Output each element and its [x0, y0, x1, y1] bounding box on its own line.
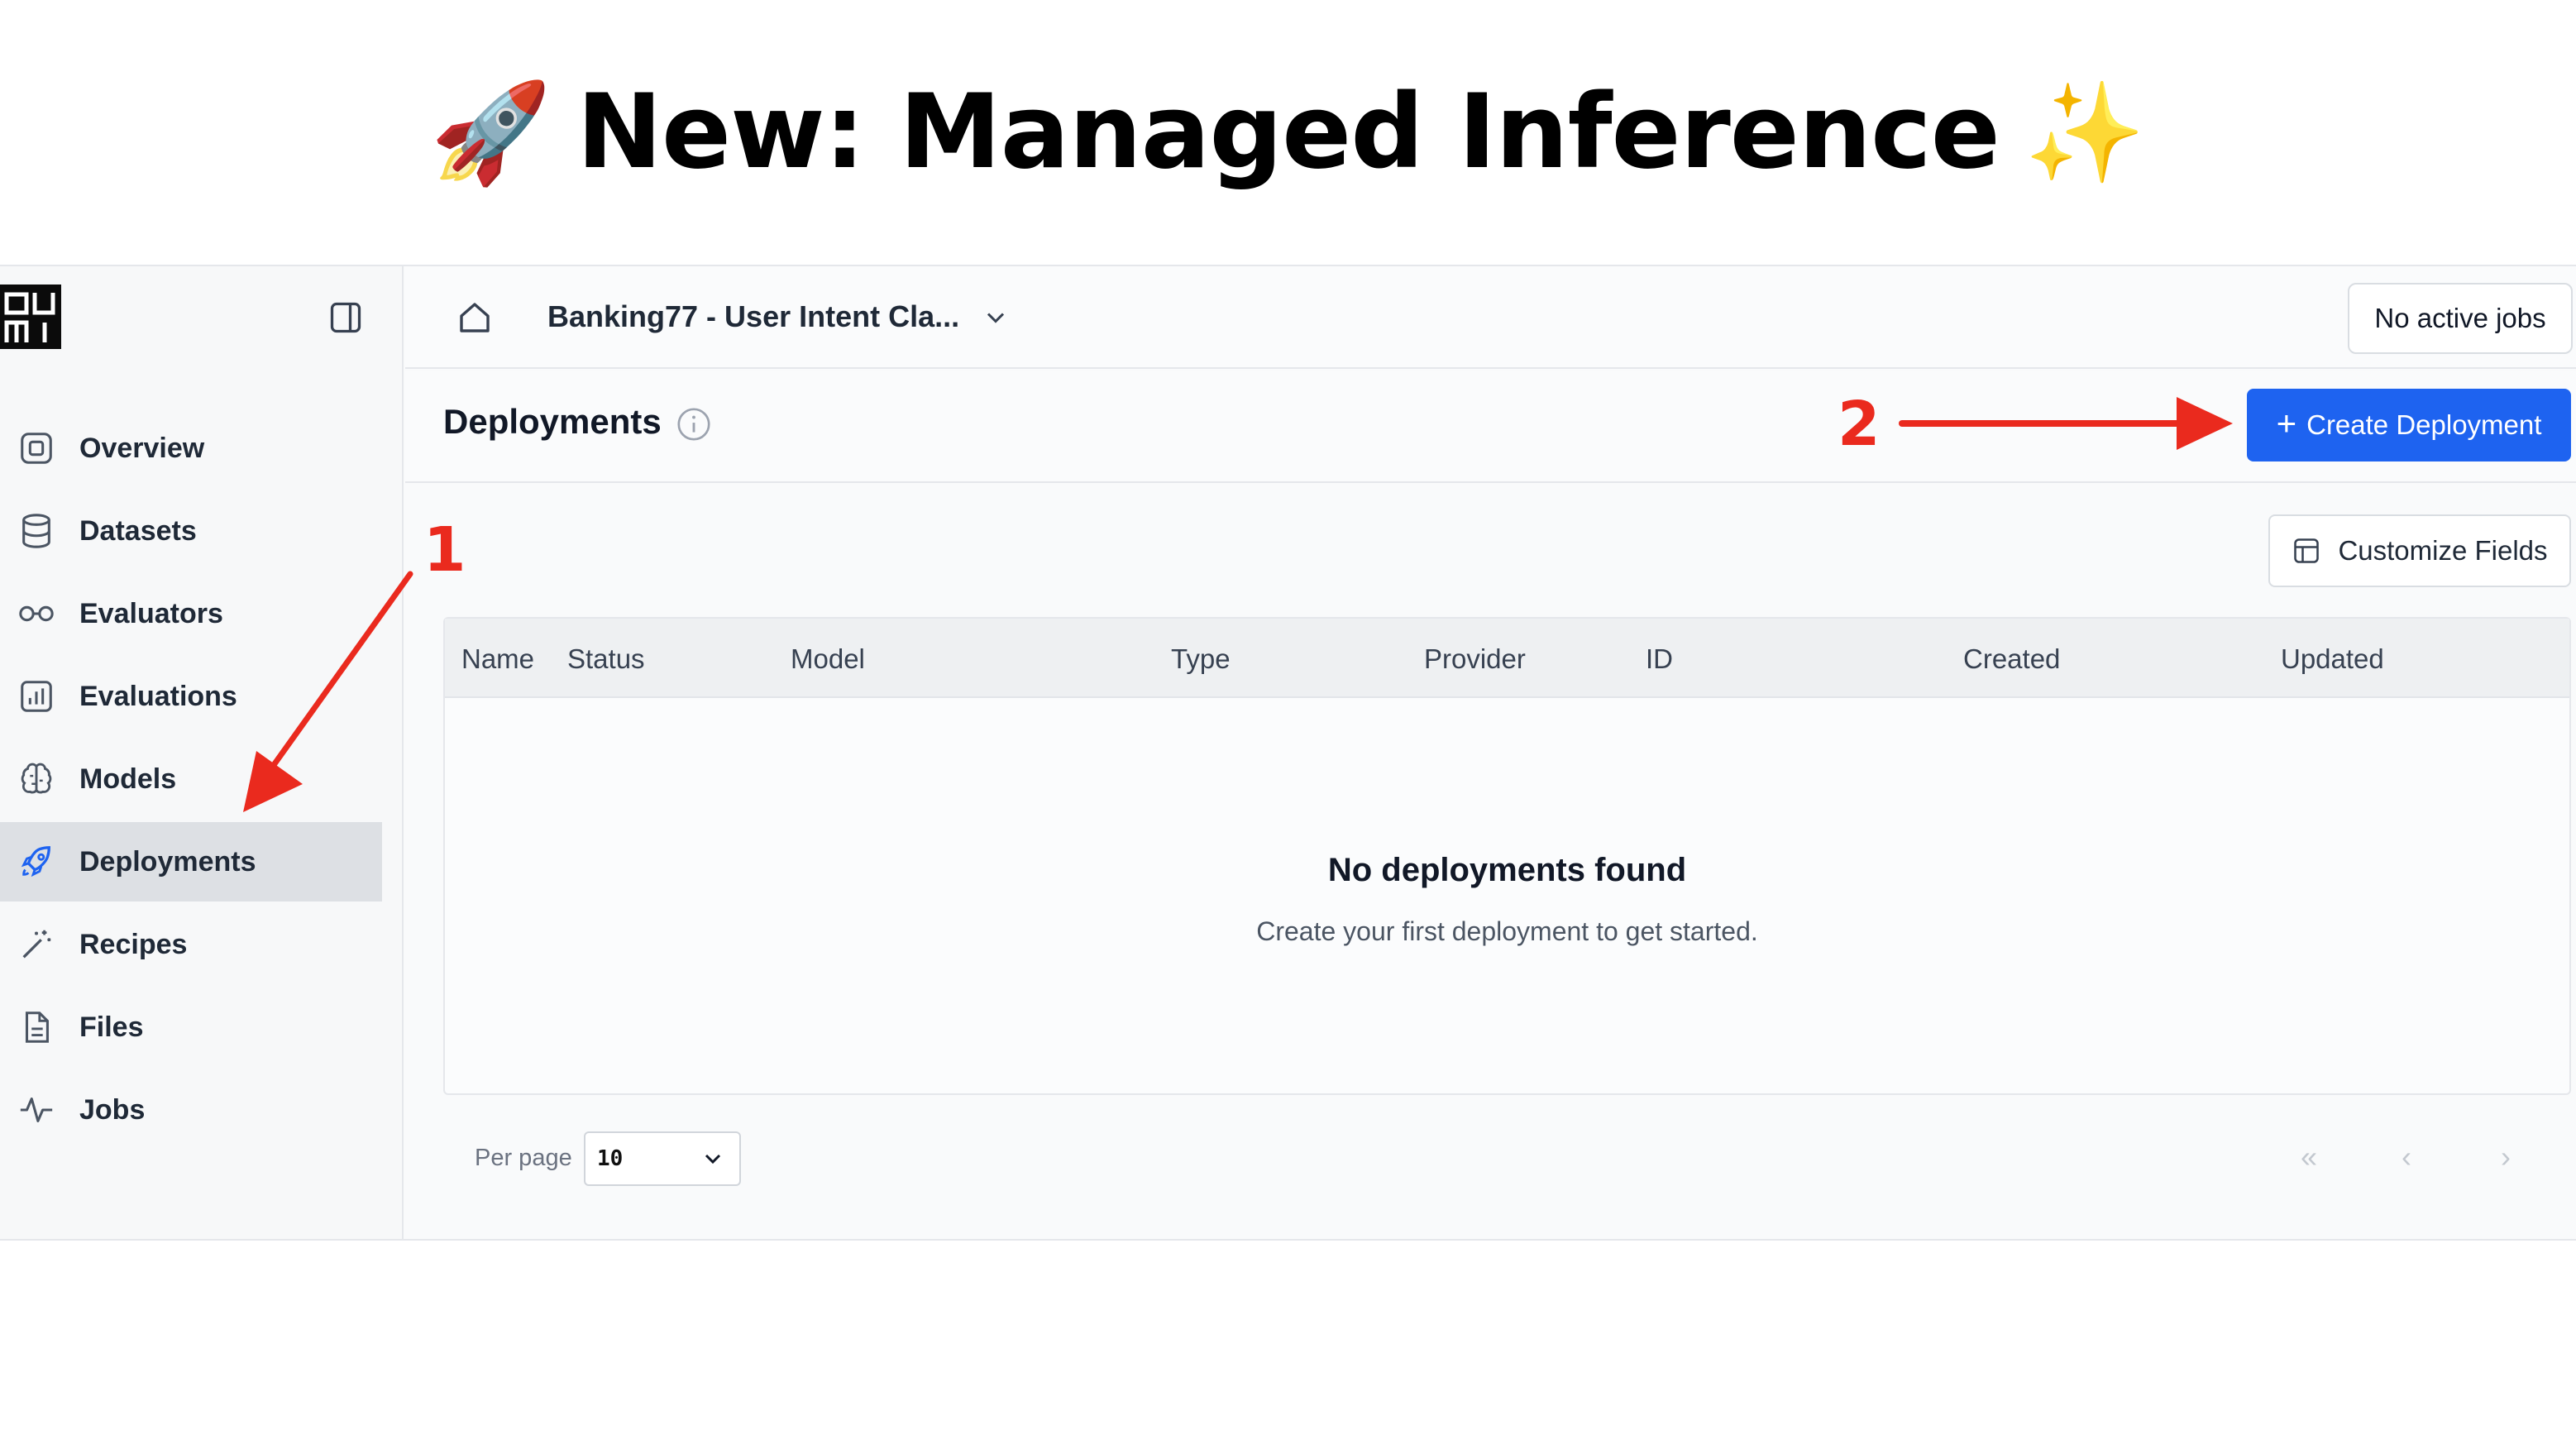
sidebar-item-label: Overview [79, 432, 205, 464]
sidebar-item-label: Evaluators [79, 597, 223, 629]
per-page-label: Per page [475, 1145, 572, 1171]
sidebar: Overview Datasets Evaluators Evaluations [0, 266, 404, 1239]
create-deployment-label: Create Deployment [2306, 409, 2542, 440]
sidebar-item-label: Recipes [79, 928, 188, 960]
annotation-label-1: 1 [423, 514, 466, 586]
sidebar-item-models[interactable]: Models [0, 739, 382, 819]
project-selector[interactable]: Banking77 - User Intent Cla... [547, 299, 959, 334]
prev-page-button[interactable]: ‹ [2402, 1140, 2411, 1174]
sidebar-item-jobs[interactable]: Jobs [0, 1070, 382, 1150]
info-icon[interactable] [675, 405, 713, 443]
sidebar-item-overview[interactable]: Overview [0, 409, 382, 488]
page-title: Deployments [443, 402, 662, 441]
column-header-provider[interactable]: Provider [1424, 643, 1526, 675]
table-header: Name Status Model Type Provider ID Creat… [445, 619, 2569, 698]
active-jobs-button[interactable]: No active jobs [2348, 283, 2573, 354]
sidebar-item-deployments[interactable]: Deployments [0, 822, 382, 901]
glasses-icon [17, 594, 56, 634]
file-icon [17, 1007, 56, 1047]
main-content: Banking77 - User Intent Cla... No active… [405, 266, 2576, 1239]
sidebar-item-label: Jobs [79, 1093, 146, 1126]
database-icon [17, 511, 56, 551]
page-header: Deployments + Create Deployment [405, 371, 2576, 483]
sidebar-nav: Overview Datasets Evaluators Evaluations [0, 409, 382, 1153]
column-header-updated[interactable]: Updated [2281, 643, 2384, 675]
activity-icon [17, 1090, 56, 1130]
chevron-down-icon[interactable] [981, 303, 1011, 332]
create-deployment-button[interactable]: + Create Deployment [2247, 389, 2571, 461]
customize-fields-label: Customize Fields [2338, 535, 2548, 566]
collapse-sidebar-button[interactable] [327, 299, 364, 336]
sidebar-item-label: Evaluations [79, 680, 237, 712]
home-icon[interactable] [455, 298, 495, 337]
column-header-id[interactable]: ID [1646, 643, 1673, 675]
rocket-icon [17, 842, 56, 882]
per-page-value: 10 [597, 1146, 624, 1171]
table-layout-icon [2294, 538, 2320, 563]
app-window: Overview Datasets Evaluators Evaluations [0, 265, 2576, 1241]
annotation-label-2: 2 [1838, 389, 1881, 460]
brain-icon [17, 759, 56, 799]
empty-state-subtitle: Create your first deployment to get star… [1256, 916, 1758, 946]
headline: 🚀 New: Managed Inference ✨ [0, 0, 2576, 265]
next-page-button[interactable]: › [2501, 1140, 2511, 1174]
plus-icon: + [2276, 404, 2297, 442]
bar-chart-icon [17, 677, 56, 716]
sidebar-item-files[interactable]: Files [0, 988, 382, 1067]
empty-state-title: No deployments found [1327, 852, 1687, 888]
column-header-name[interactable]: Name [461, 643, 534, 675]
logo-mark-icon [0, 286, 61, 349]
first-page-button[interactable]: « [2301, 1140, 2317, 1174]
headline-title: New: Managed Inference [576, 73, 2000, 192]
square-icon [17, 428, 56, 468]
sidebar-item-datasets[interactable]: Datasets [0, 491, 382, 571]
column-header-status[interactable]: Status [567, 643, 645, 675]
topbar: Banking77 - User Intent Cla... No active… [405, 266, 2576, 369]
per-page-select[interactable]: 10 [584, 1131, 741, 1186]
sidebar-item-label: Datasets [79, 514, 197, 547]
customize-fields-button[interactable]: Customize Fields [2268, 514, 2571, 587]
sidebar-item-label: Files [79, 1011, 144, 1043]
sidebar-toggle-icon [330, 302, 361, 333]
column-header-type[interactable]: Type [1171, 643, 1231, 675]
sidebar-item-label: Deployments [79, 845, 256, 878]
sidebar-item-recipes[interactable]: Recipes [0, 905, 382, 984]
app-logo[interactable] [0, 285, 61, 349]
sparkles-emoji-icon: ✨ [2024, 74, 2146, 189]
sidebar-item-label: Models [79, 763, 177, 795]
sidebar-item-evaluations[interactable]: Evaluations [0, 657, 382, 736]
chevron-down-icon [705, 1154, 721, 1164]
column-header-model[interactable]: Model [791, 643, 865, 675]
deployments-table: Name Status Model Type Provider ID Creat… [443, 617, 2571, 1095]
rocket-emoji-icon: 🚀 [430, 74, 552, 189]
column-header-created[interactable]: Created [1963, 643, 2060, 675]
wand-icon [17, 925, 56, 964]
sidebar-item-evaluators[interactable]: Evaluators [0, 574, 382, 653]
